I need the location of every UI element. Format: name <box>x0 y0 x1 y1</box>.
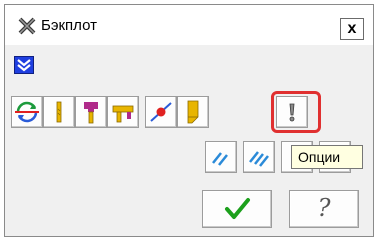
cycle-button[interactable] <box>11 96 43 128</box>
backplot-dialog: Бэкплот x Опции ? <box>4 4 374 237</box>
ok-button[interactable] <box>202 190 272 228</box>
step-button[interactable] <box>205 141 237 173</box>
toolpath-button[interactable] <box>145 96 177 128</box>
run-button[interactable] <box>243 141 275 173</box>
tool-holder-angle-icon <box>112 105 134 123</box>
holder-angle-button[interactable] <box>107 96 139 128</box>
tool-display-button[interactable] <box>43 96 75 128</box>
window-title: Бэкплот <box>41 17 97 34</box>
collapse-button[interactable] <box>14 56 34 74</box>
checkmark-icon <box>225 198 250 219</box>
options-tooltip: Опции <box>291 145 363 169</box>
step-hatch-icon <box>212 152 228 166</box>
cycle-arrows-icon <box>15 101 39 123</box>
close-button[interactable]: x <box>340 18 364 40</box>
stock-button[interactable] <box>177 96 209 128</box>
toolpath-point-icon <box>150 102 172 122</box>
tool-stick-icon <box>56 101 62 123</box>
tool-holder-icon <box>84 102 98 124</box>
title-bar[interactable]: Бэкплот x <box>5 5 373 45</box>
help-label: ? <box>317 194 331 222</box>
help-button[interactable]: ? <box>289 190 359 228</box>
run-hatch-icon <box>249 151 269 167</box>
holder-button[interactable] <box>75 96 107 128</box>
stock-shape-icon <box>187 100 199 124</box>
options-highlight <box>271 91 321 133</box>
app-x-icon <box>17 16 37 36</box>
double-chevron-down-icon <box>17 59 31 72</box>
